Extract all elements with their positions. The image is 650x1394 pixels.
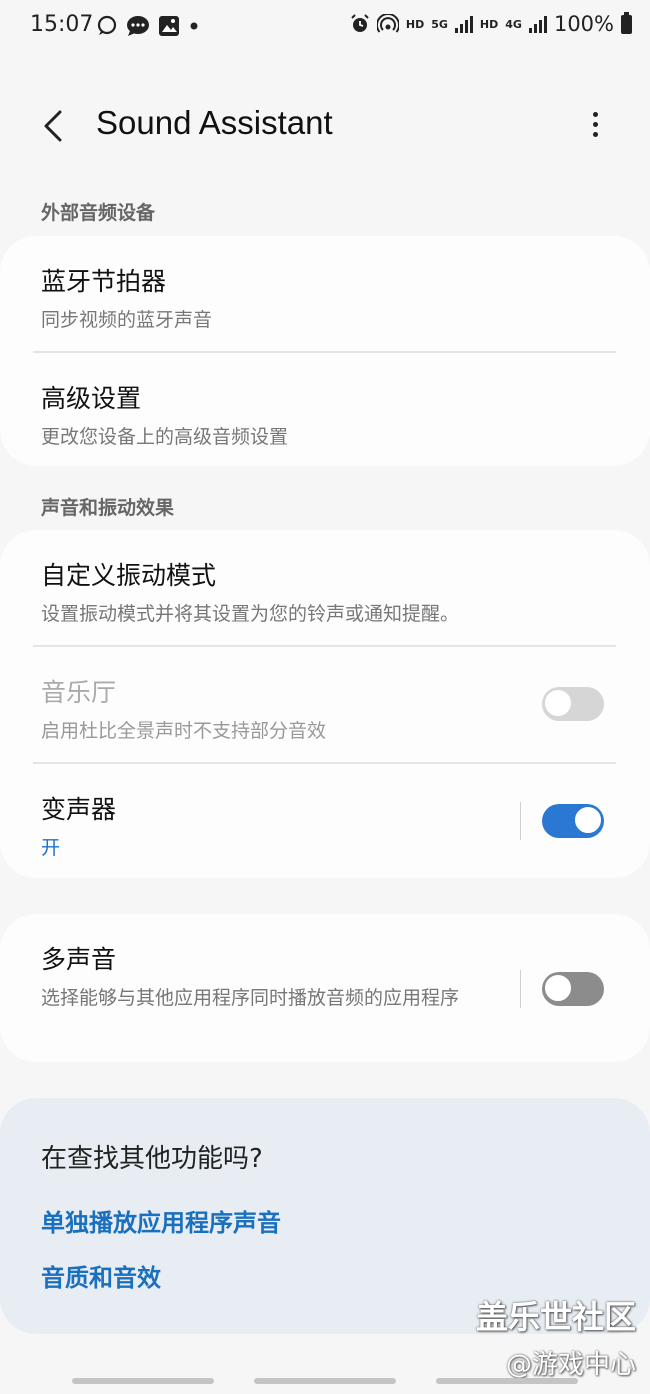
vertical-divider (520, 970, 521, 1008)
list-item-multi-sound[interactable]: 多声音 选择能够与其他应用程序同时播放音频的应用程序 (41, 940, 480, 1014)
5g-label: 5G (431, 17, 448, 31)
4g-label: 4G (505, 17, 522, 31)
list-item-advanced-settings[interactable]: 高级设置 更改您设备上的高级音频设置 (41, 379, 620, 453)
external-audio-card: 蓝牙节拍器 同步视频的蓝牙声音 高级设置 更改您设备上的高级音频设置 (0, 236, 650, 466)
battery-percent: 100% (553, 12, 614, 36)
voice-changer-toggle[interactable] (542, 804, 604, 838)
vertical-divider (520, 802, 521, 840)
hd-label-1: HD (405, 17, 425, 31)
sound-effects-card: 自定义振动模式 设置振动模式并将其设置为您的铃声或通知提醒。 音乐厅 启用杜比全… (0, 530, 650, 878)
item-subtitle: 设置振动模式并将其设置为您的铃声或通知提醒。 (41, 603, 460, 625)
suggestions-title: 在查找其他功能吗? (41, 1144, 263, 1174)
item-subtitle: 同步视频的蓝牙声音 (41, 309, 213, 331)
link-separate-app-sound[interactable]: 单独播放应用程序声音 (41, 1203, 281, 1238)
list-item-bluetooth-metronome[interactable]: 蓝牙节拍器 同步视频的蓝牙声音 (41, 262, 620, 336)
item-title: 多声音 (41, 945, 117, 974)
item-title: 蓝牙节拍器 (41, 267, 167, 296)
dot-icon (190, 22, 198, 30)
battery-icon (621, 11, 632, 34)
watermark-line1: 盖乐世社区 (475, 1298, 636, 1336)
item-subtitle: 启用杜比全景声时不支持部分音效 (41, 720, 327, 742)
item-status: 开 (41, 837, 61, 859)
item-title: 变声器 (41, 795, 117, 824)
more-options-icon[interactable] (580, 108, 610, 148)
message-icon (127, 16, 149, 36)
hd-label-2: HD (479, 17, 499, 31)
divider (33, 645, 616, 647)
signal-icon-2 (528, 15, 547, 33)
item-title: 高级设置 (41, 384, 142, 413)
status-right: HD 5G HD 4G 100% (350, 11, 632, 36)
nav-home-button[interactable] (254, 1378, 396, 1384)
item-title: 自定义振动模式 (41, 561, 217, 590)
status-bar: 15:07 HD 5G HD 4G 100% (0, 0, 650, 56)
link-sound-quality-effects[interactable]: 音质和音效 (41, 1258, 161, 1293)
list-item-concert-hall: 音乐厅 启用杜比全景声时不支持部分音效 (41, 673, 530, 747)
alarm-icon (351, 14, 369, 32)
watermark-line2: @游戏中心 (505, 1350, 636, 1380)
item-subtitle: 选择能够与其他应用程序同时播放音频的应用程序 (41, 987, 460, 1009)
signal-icon-1 (454, 15, 473, 33)
nav-back-button[interactable] (436, 1378, 578, 1384)
list-item-custom-vibration[interactable]: 自定义振动模式 设置振动模式并将其设置为您的铃声或通知提醒。 (41, 556, 620, 630)
divider (33, 351, 616, 353)
section-label-external-audio: 外部音频设备 (41, 202, 156, 224)
gallery-icon (159, 16, 179, 36)
page-title: Sound Assistant (96, 104, 333, 141)
hotspot-icon (376, 14, 399, 33)
list-item-voice-changer[interactable]: 变声器 开 (41, 790, 510, 864)
item-title: 音乐厅 (41, 678, 117, 707)
section-label-sound-effects: 声音和振动效果 (41, 497, 175, 519)
multi-sound-toggle[interactable] (542, 972, 604, 1006)
status-time: 15:07 (30, 12, 94, 37)
divider (33, 762, 616, 764)
multi-sound-card: 多声音 选择能够与其他应用程序同时播放音频的应用程序 (0, 914, 650, 1062)
nav-recents-button[interactable] (72, 1378, 214, 1384)
concert-hall-toggle (542, 687, 604, 721)
notification-icons (96, 15, 200, 37)
item-subtitle: 更改您设备上的高级音频设置 (41, 426, 289, 448)
chat-bubble-icon (97, 15, 117, 35)
back-arrow-icon[interactable] (36, 106, 76, 146)
